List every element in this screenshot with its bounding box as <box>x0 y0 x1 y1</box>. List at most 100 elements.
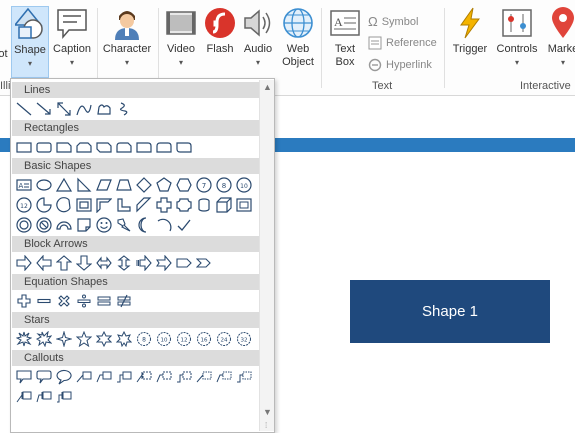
slide-shape[interactable]: Shape 1 <box>350 280 550 343</box>
hexagon-icon[interactable] <box>174 175 194 195</box>
web-object-button[interactable]: Web Object <box>278 6 318 78</box>
triangle-icon[interactable] <box>54 175 74 195</box>
line-callout-3-icon[interactable] <box>114 367 134 387</box>
right-arrow-icon[interactable] <box>14 253 34 273</box>
oval-callout-icon[interactable] <box>54 367 74 387</box>
scribble-icon[interactable] <box>114 99 134 119</box>
snip-round-rectangle-icon[interactable] <box>114 137 134 157</box>
minus-icon[interactable] <box>34 291 54 311</box>
arrow-line-icon[interactable] <box>34 99 54 119</box>
character-button[interactable]: Character ▾ <box>100 6 154 78</box>
text-box-button[interactable]: A Text Box <box>326 6 364 78</box>
trapezoid-icon[interactable] <box>114 175 134 195</box>
donut-icon[interactable] <box>14 215 34 235</box>
decagon-icon[interactable]: 10 <box>234 175 254 195</box>
octagon-icon[interactable]: 8 <box>214 175 234 195</box>
curve-icon[interactable] <box>74 99 94 119</box>
rectangular-callout-icon[interactable] <box>14 367 34 387</box>
heptagon-icon[interactable]: 7 <box>194 175 214 195</box>
cube-icon[interactable] <box>214 195 234 215</box>
plaque-icon[interactable] <box>174 195 194 215</box>
scroll-down-icon[interactable]: ▼ <box>263 407 272 417</box>
symbol-button[interactable]: Ω Symbol <box>368 14 418 29</box>
plus-icon[interactable] <box>14 291 34 311</box>
equal-icon[interactable] <box>94 291 114 311</box>
round-single-corner-rectangle-icon[interactable] <box>134 137 154 157</box>
up-down-arrow-icon[interactable] <box>114 253 134 273</box>
line-callout-border-1-icon[interactable] <box>194 367 214 387</box>
audio-button[interactable]: Audio ▾ <box>239 6 277 78</box>
folded-corner-icon[interactable] <box>74 215 94 235</box>
star-6-icon[interactable] <box>94 329 114 349</box>
divide-icon[interactable] <box>74 291 94 311</box>
star-32-icon[interactable]: 32 <box>234 329 254 349</box>
rectangle-icon[interactable] <box>14 137 34 157</box>
marker-button[interactable]: Marke ▾ <box>543 6 575 78</box>
left-arrow-icon[interactable] <box>34 253 54 273</box>
lightning-bolt-icon[interactable] <box>114 215 134 235</box>
line-callout-1-icon[interactable] <box>74 367 94 387</box>
multiply-icon[interactable] <box>54 291 74 311</box>
bevel-icon[interactable] <box>234 195 254 215</box>
line-callout-2-icon[interactable] <box>94 367 114 387</box>
snip-diagonal-rectangle-icon[interactable] <box>94 137 114 157</box>
text-box-shape-icon[interactable]: A <box>14 175 34 195</box>
pentagon-icon[interactable] <box>154 175 174 195</box>
diagonal-stripe-icon[interactable] <box>134 195 154 215</box>
pentagon-arrow-icon[interactable] <box>174 253 194 273</box>
round-diagonal-rectangle-icon[interactable] <box>174 137 194 157</box>
down-arrow-icon[interactable] <box>74 253 94 273</box>
arc-icon[interactable] <box>154 215 174 235</box>
can-icon[interactable] <box>194 195 214 215</box>
line-callout-accent-2-icon[interactable] <box>154 367 174 387</box>
line-callout-border-2-icon[interactable] <box>214 367 234 387</box>
star-5-icon[interactable] <box>74 329 94 349</box>
striped-right-arrow-icon[interactable] <box>134 253 154 273</box>
line-callout-border-accent-3-icon[interactable] <box>54 387 74 407</box>
vertical-scrollbar[interactable]: ▲ ▼ ⁞ <box>259 80 274 431</box>
left-right-arrow-icon[interactable] <box>94 253 114 273</box>
rounded-rectangle-icon[interactable] <box>34 137 54 157</box>
line-callout-border-3-icon[interactable] <box>234 367 254 387</box>
notched-right-arrow-icon[interactable] <box>154 253 174 273</box>
round-same-side-rectangle-icon[interactable] <box>154 137 174 157</box>
caption-button[interactable]: Caption ▾ <box>50 6 94 78</box>
rounded-callout-icon[interactable] <box>34 367 54 387</box>
star-24-icon[interactable]: 24 <box>214 329 234 349</box>
line-callout-border-accent-2-icon[interactable] <box>34 387 54 407</box>
dodecagon-icon[interactable]: 12 <box>14 195 34 215</box>
star-4-icon[interactable] <box>54 329 74 349</box>
snip-same-side-rectangle-icon[interactable] <box>74 137 94 157</box>
no-symbol-icon[interactable] <box>34 215 54 235</box>
scroll-up-icon[interactable]: ▲ <box>263 82 272 92</box>
trigger-button[interactable]: Trigger <box>449 6 491 78</box>
snip-rectangle-icon[interactable] <box>54 137 74 157</box>
half-frame-icon[interactable] <box>94 195 114 215</box>
star-10-icon[interactable]: 10 <box>154 329 174 349</box>
explosion-2-icon[interactable] <box>34 329 54 349</box>
star-7-icon[interactable] <box>114 329 134 349</box>
block-arc-icon[interactable] <box>54 215 74 235</box>
line-callout-accent-3-icon[interactable] <box>174 367 194 387</box>
up-arrow-icon[interactable] <box>54 253 74 273</box>
controls-button[interactable]: Controls ▾ <box>493 6 541 78</box>
star-8-icon[interactable]: 8 <box>134 329 154 349</box>
shape-button[interactable]: Shape ▾ <box>11 6 49 78</box>
reference-button[interactable]: Reference <box>368 36 437 50</box>
hyperlink-button[interactable]: Hyperlink <box>368 58 432 72</box>
parallelogram-icon[interactable] <box>94 175 114 195</box>
pie-icon[interactable] <box>34 195 54 215</box>
video-button[interactable]: Video ▾ <box>162 6 200 78</box>
l-shape-icon[interactable] <box>114 195 134 215</box>
moon-icon[interactable] <box>134 215 154 235</box>
freeform-icon[interactable] <box>94 99 114 119</box>
not-equal-icon[interactable] <box>114 291 134 311</box>
chord-icon[interactable] <box>54 195 74 215</box>
check-icon[interactable] <box>174 215 194 235</box>
resize-grip-icon[interactable]: ⁞ <box>265 421 267 430</box>
frame-icon[interactable] <box>74 195 94 215</box>
line-callout-border-accent-1-icon[interactable] <box>14 387 34 407</box>
star-12-icon[interactable]: 12 <box>174 329 194 349</box>
line-callout-accent-1-icon[interactable] <box>134 367 154 387</box>
cross-icon[interactable] <box>154 195 174 215</box>
